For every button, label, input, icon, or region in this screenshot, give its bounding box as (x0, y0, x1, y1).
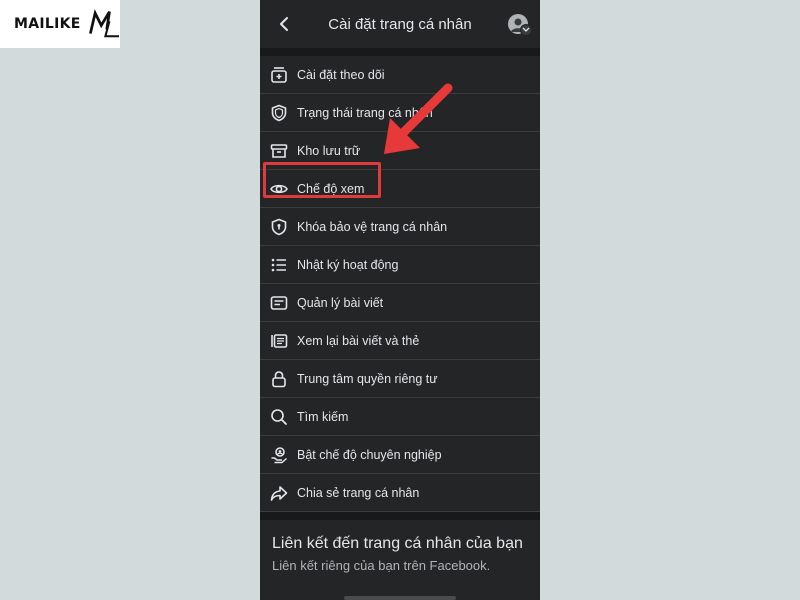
menu-item-label: Tìm kiếm (297, 409, 349, 424)
section-divider (260, 48, 540, 56)
chevron-left-icon (280, 17, 288, 31)
brand-text: MAILIKE (14, 16, 81, 32)
red-arrow-icon (384, 83, 453, 154)
section-subtitle: Liên kết riêng của bạn trên Facebook. (272, 558, 491, 573)
profile-lock-icon (269, 217, 289, 237)
search-icon (269, 407, 289, 427)
ml-monogram-logo (88, 9, 119, 38)
section-title: Liên kết đến trang cá nhân của bạn (272, 535, 523, 552)
menu-item-label: Bật chế độ chuyên nghiệp (297, 447, 442, 462)
shield-icon (269, 103, 289, 123)
menu-item-privacy-center[interactable]: Trung tâm quyền riêng tư (260, 360, 540, 398)
menu-item-profile-lock[interactable]: Khóa bảo vệ trang cá nhân (260, 208, 540, 246)
menu-item-review-posts-tags[interactable]: Xem lại bài viết và thẻ (260, 322, 540, 360)
professional-mode-icon (269, 445, 289, 465)
archive-icon (269, 141, 289, 161)
section-divider (260, 512, 540, 520)
menu-item-label: Nhật ký hoạt động (297, 257, 399, 272)
menu-item-activity-log[interactable]: Nhật ký hoạt động (260, 246, 540, 284)
home-indicator (344, 596, 456, 600)
menu-item-label: Cài đặt theo dõi (297, 67, 385, 82)
page-title: Cài đặt trang cá nhân (328, 15, 472, 33)
lock-icon (269, 369, 289, 389)
profile-link-section: Liên kết đến trang cá nhân của bạn Liên … (260, 520, 540, 573)
menu-item-label: Xem lại bài viết và thẻ (297, 333, 420, 348)
menu-item-search[interactable]: Tìm kiếm (260, 398, 540, 436)
chevron-down-icon (522, 27, 530, 32)
manage-posts-icon (269, 293, 289, 313)
menu-item-label: Trung tâm quyền riêng tư (297, 371, 438, 386)
share-icon (269, 483, 289, 503)
menu-item-label: Kho lưu trữ (297, 143, 361, 158)
menu-item-manage-posts[interactable]: Quản lý bài viết (260, 284, 540, 322)
back-button[interactable] (272, 12, 296, 36)
highlight-box (263, 162, 381, 198)
review-posts-icon (269, 331, 289, 351)
header-bar: Cài đặt trang cá nhân (260, 0, 540, 48)
menu-item-label: Chia sẻ trang cá nhân (297, 485, 420, 500)
account-switch-badge (520, 24, 532, 36)
menu-item-share-profile[interactable]: Chia sẻ trang cá nhân (260, 474, 540, 512)
activity-list-icon (269, 255, 289, 275)
watermark-logo: MAILIKE (0, 0, 120, 48)
follow-settings-icon (269, 65, 289, 85)
menu-item-professional-mode[interactable]: Bật chế độ chuyên nghiệp (260, 436, 540, 474)
menu-item-label: Khóa bảo vệ trang cá nhân (297, 219, 448, 234)
menu-item-label: Quản lý bài viết (297, 295, 384, 310)
